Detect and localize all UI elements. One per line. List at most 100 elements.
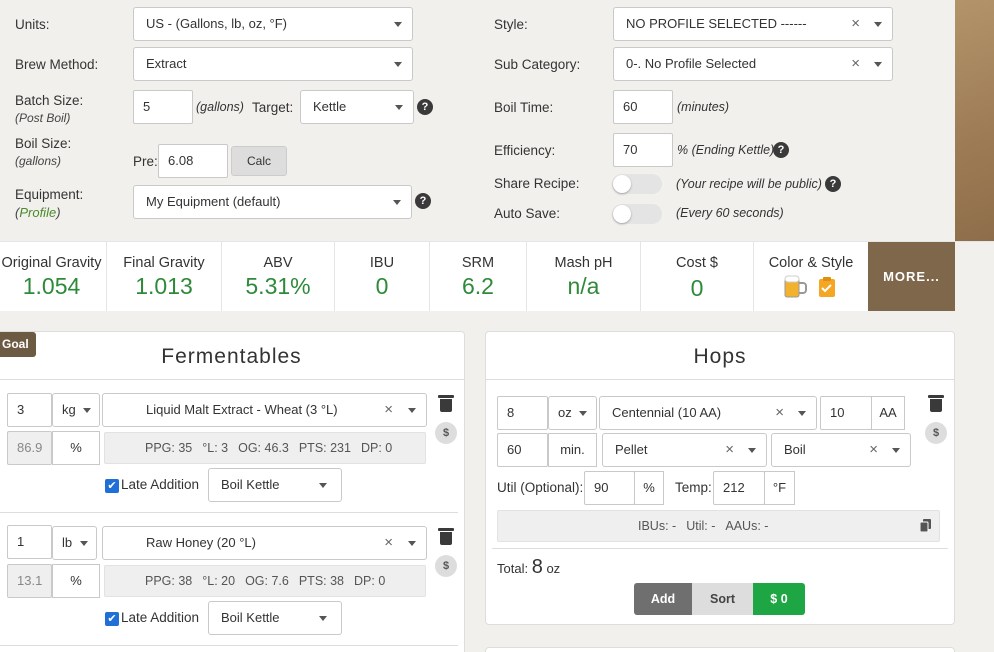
chevron-down-icon bbox=[319, 483, 327, 488]
batch-size-unit: (gallons) bbox=[196, 100, 244, 114]
subcategory-select-value: 0-. No Profile Selected bbox=[626, 56, 757, 71]
units-select[interactable]: US - (Gallons, lb, oz, °F) bbox=[133, 7, 413, 41]
add-hop-button[interactable]: Add bbox=[634, 583, 692, 615]
hop-cost-icon[interactable]: $ bbox=[925, 422, 947, 444]
ppg-value: PPG: 35 bbox=[145, 441, 193, 455]
hop-divider bbox=[492, 548, 948, 549]
fermentable-name-select[interactable]: Raw Honey (20 °L) × bbox=[102, 526, 427, 560]
recipe-settings: Units: US - (Gallons, lb, oz, °F) Brew M… bbox=[0, 0, 955, 241]
clear-icon[interactable]: × bbox=[851, 48, 860, 80]
brew-method-label: Brew Method: bbox=[15, 57, 99, 72]
chevron-down-icon bbox=[395, 105, 403, 110]
lovibond-value: °L: 3 bbox=[202, 441, 229, 455]
hop-aa-input[interactable]: 10 bbox=[820, 396, 872, 430]
batch-size-sublabel: (Post Boil) bbox=[15, 111, 71, 125]
batch-size-label: Batch Size: bbox=[15, 93, 84, 108]
stat-mash-ph: Mash pH n/a bbox=[527, 242, 641, 312]
fermentable-cost-icon[interactable]: $ bbox=[435, 555, 457, 577]
percent-label: % bbox=[52, 431, 100, 465]
pre-boil-input[interactable]: 6.08 bbox=[158, 144, 228, 178]
fermentable-percent-input[interactable]: 13.1 bbox=[7, 564, 52, 598]
stat-cost-label: Cost $ bbox=[676, 255, 718, 271]
target-select[interactable]: Kettle bbox=[300, 90, 414, 124]
hop-unit-select[interactable]: oz bbox=[548, 396, 597, 430]
fermentable-amount-input[interactable]: 3 bbox=[7, 393, 52, 427]
clear-icon[interactable]: × bbox=[851, 8, 860, 40]
temp-input[interactable]: 212 bbox=[713, 471, 765, 505]
stat-og: Original Gravity 1.054 bbox=[0, 242, 107, 312]
fermentable-info: PPG: 35 °L: 3 OG: 46.3 PTS: 231 DP: 0 bbox=[104, 432, 426, 464]
late-addition-label: Late Addition bbox=[121, 610, 200, 625]
style-select[interactable]: NO PROFILE SELECTED ------ × bbox=[613, 7, 893, 41]
share-recipe-label: Share Recipe: bbox=[494, 176, 580, 191]
clear-icon[interactable]: × bbox=[869, 434, 878, 466]
fermentable-stage-select[interactable]: Boil Kettle bbox=[208, 601, 342, 635]
fermentable-unit-select[interactable]: kg bbox=[52, 393, 100, 427]
share-help-icon[interactable]: ? bbox=[825, 176, 841, 192]
hop-cost-button[interactable]: $ 0 bbox=[753, 583, 805, 615]
fermentable-cost-icon[interactable]: $ bbox=[435, 422, 457, 444]
calc-button[interactable]: Calc bbox=[231, 146, 287, 176]
chevron-down-icon bbox=[394, 62, 402, 67]
beer-mug-icon[interactable] bbox=[784, 275, 807, 298]
ibus-value: IBUs: - bbox=[638, 519, 677, 533]
stat-abv: ABV 5.31% bbox=[222, 242, 335, 312]
brew-method-select[interactable]: Extract bbox=[133, 47, 413, 81]
title-divider bbox=[0, 379, 464, 380]
delete-hop-icon[interactable] bbox=[928, 394, 944, 412]
boil-time-input[interactable]: 60 bbox=[613, 90, 673, 124]
goal-tab[interactable]: Goal bbox=[0, 332, 36, 357]
hop-amount-input[interactable]: 8 bbox=[497, 396, 548, 430]
util-input[interactable]: 90 bbox=[584, 471, 635, 505]
share-recipe-toggle[interactable] bbox=[612, 174, 662, 194]
fermentable-info: PPG: 38 °L: 20 OG: 7.6 PTS: 38 DP: 0 bbox=[104, 565, 426, 597]
fermentable-name-select[interactable]: Liquid Malt Extract - Wheat (3 °L) × bbox=[102, 393, 427, 427]
hop-total-unit: oz bbox=[546, 561, 561, 576]
stat-color-label: Color & Style bbox=[768, 255, 854, 271]
style-check-icon[interactable] bbox=[819, 277, 835, 297]
autosave-label: Auto Save: bbox=[494, 206, 561, 221]
fermentable-stage-select[interactable]: Boil Kettle bbox=[208, 468, 342, 502]
batch-help-icon[interactable]: ? bbox=[417, 99, 433, 115]
og-value: OG: 46.3 bbox=[238, 441, 289, 455]
equipment-help-icon[interactable]: ? bbox=[415, 193, 431, 209]
autosave-note: (Every 60 seconds) bbox=[676, 206, 784, 220]
more-button[interactable]: MORE... bbox=[868, 242, 955, 312]
hop-use-select[interactable]: Boil × bbox=[771, 433, 911, 467]
delete-fermentable-icon[interactable] bbox=[438, 527, 454, 545]
copy-icon[interactable] bbox=[920, 519, 932, 532]
fermentable-amount-input[interactable]: 1 bbox=[7, 525, 52, 559]
hop-form-select[interactable]: Pellet × bbox=[602, 433, 767, 467]
trash-lid bbox=[438, 395, 454, 398]
chevron-down-icon bbox=[408, 408, 416, 413]
equipment-profile-link[interactable]: Profile bbox=[19, 205, 56, 220]
hop-info: IBUs: - Util: - AAUs: - bbox=[497, 510, 940, 542]
equipment-select[interactable]: My Equipment (default) bbox=[133, 185, 412, 219]
late-addition-checkbox[interactable]: ✔ bbox=[105, 479, 119, 493]
chevron-down-icon bbox=[892, 448, 900, 453]
clear-icon[interactable]: × bbox=[384, 394, 393, 426]
clear-icon[interactable]: × bbox=[775, 397, 784, 429]
autosave-toggle[interactable] bbox=[612, 204, 662, 224]
background-image-strip bbox=[955, 0, 994, 241]
fermentable-percent-input[interactable]: 86.9 bbox=[7, 431, 52, 465]
stat-cost: Cost $ 0 bbox=[641, 242, 754, 312]
hop-time-input[interactable]: 60 bbox=[497, 433, 548, 467]
row-divider bbox=[0, 512, 458, 513]
fermentable-unit-select[interactable]: lb bbox=[52, 526, 97, 560]
units-label: Units: bbox=[15, 17, 50, 32]
efficiency-help-icon[interactable]: ? bbox=[773, 142, 789, 158]
title-divider bbox=[486, 379, 954, 380]
clear-icon[interactable]: × bbox=[384, 527, 393, 559]
clear-icon[interactable]: × bbox=[725, 434, 734, 466]
batch-size-input[interactable]: 5 bbox=[133, 90, 193, 124]
share-recipe-note: (Your recipe will be public) bbox=[676, 177, 822, 191]
delete-fermentable-icon[interactable] bbox=[438, 394, 454, 412]
fermentable-stage-value: Boil Kettle bbox=[221, 610, 280, 625]
subcategory-select[interactable]: 0-. No Profile Selected × bbox=[613, 47, 893, 81]
late-addition-checkbox[interactable]: ✔ bbox=[105, 612, 119, 626]
hop-variety-select[interactable]: Centennial (10 AA) × bbox=[599, 396, 817, 430]
efficiency-input[interactable]: 70 bbox=[613, 133, 673, 167]
sort-hops-button[interactable]: Sort bbox=[692, 583, 753, 615]
util-label: Util (Optional): bbox=[497, 480, 584, 495]
